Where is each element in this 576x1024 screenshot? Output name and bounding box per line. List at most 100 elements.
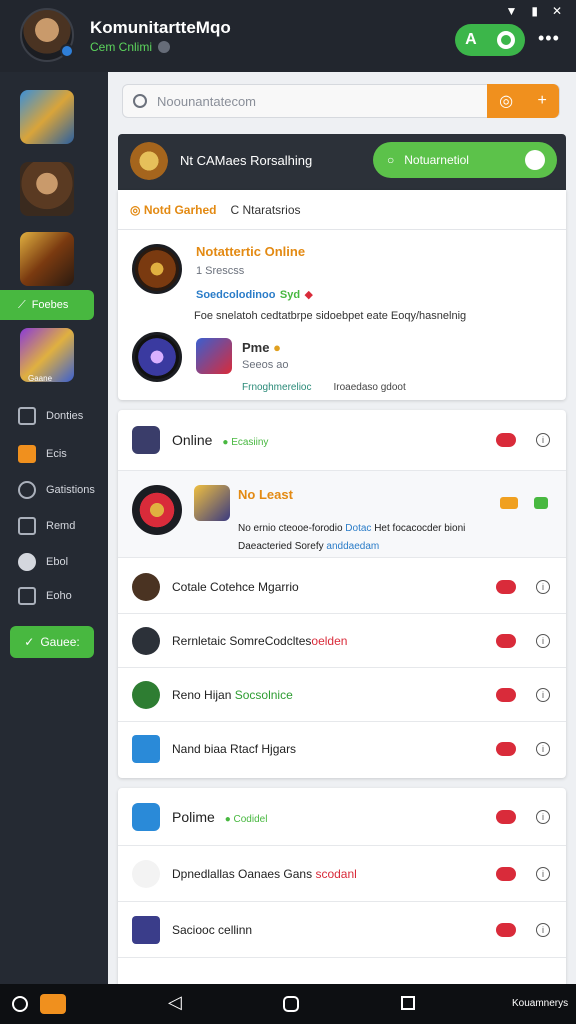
game-2-icon	[196, 338, 232, 374]
online-feature[interactable]: No Least No ernio cteooe-forodio Dotac H…	[118, 470, 566, 558]
list-item[interactable]: Rernletaic SomreCodcltesoelden i	[118, 614, 566, 668]
tab-narrations[interactable]: C Ntaratsrios	[230, 203, 300, 217]
recents-icon[interactable]	[401, 996, 415, 1010]
status-bar: ▼ ▮ ✕	[505, 4, 562, 18]
online-header: Online ● Ecasiiny i	[118, 410, 566, 470]
search-icon	[133, 94, 147, 108]
game-icon	[132, 626, 160, 655]
more-menu-button[interactable]: •••	[538, 28, 560, 49]
app-header: ▼ ▮ ✕ KomunitartteMqo Cem Cnlimi A •••	[0, 0, 576, 72]
feature-icon	[194, 485, 230, 521]
add-icon[interactable]: +	[537, 92, 546, 110]
sidebar-item-gatistions[interactable]: Gatistions	[18, 478, 102, 502]
status-pill[interactable]	[496, 433, 516, 447]
notification-toggle[interactable]: ○ Notuarnetiol	[373, 142, 557, 178]
search-input[interactable]: Noounantatecom	[157, 94, 487, 109]
person-icon	[18, 481, 36, 499]
feature-thumb	[132, 485, 182, 535]
list-item[interactable]: Dpnedlallas Oanaes Gans scodanl i	[118, 846, 566, 902]
list-item[interactable]: Cotale Cotehce Mgarrio i	[118, 560, 566, 614]
list-item[interactable]: Saciooc cellinn i	[118, 902, 566, 958]
header-action-button[interactable]: A	[455, 24, 525, 56]
sidebar-item-ebol[interactable]: Ebol	[18, 550, 102, 574]
online-card: Online ● Ecasiiny i No Least No ernio ct…	[118, 410, 566, 778]
emoji-icon: ●	[273, 340, 281, 355]
polime-card: Polime ● Codidel i Dpnedlallas Oanaes Ga…	[118, 788, 566, 984]
navbar-label: Kouamnerys	[512, 998, 569, 1009]
app-shortcut-icon[interactable]	[40, 994, 66, 1014]
search-actions: ◎ +	[487, 84, 559, 118]
app-title: KomunitartteMqo	[90, 18, 231, 37]
info-icon[interactable]: i	[536, 866, 550, 881]
info-icon[interactable]: i	[536, 633, 550, 648]
status-pill[interactable]	[496, 633, 516, 648]
status-pill[interactable]	[496, 579, 516, 594]
grid-icon	[18, 517, 36, 535]
info-icon[interactable]: i	[536, 742, 550, 756]
game-icon	[132, 680, 160, 709]
status-pill[interactable]	[496, 922, 516, 937]
square-icon	[18, 445, 36, 463]
list-item[interactable]: Reno Hijan Socsolnice i	[118, 668, 566, 722]
info-icon[interactable]: i	[536, 687, 550, 702]
info-icon[interactable]: i	[536, 579, 550, 594]
circle-icon[interactable]	[12, 996, 28, 1012]
alert-icon: ◆	[304, 289, 314, 301]
chart-icon	[18, 407, 36, 425]
close-icon[interactable]: ✕	[552, 4, 562, 18]
info-icon[interactable]: i	[536, 433, 550, 447]
sidebar-game-1[interactable]	[20, 90, 74, 144]
status-pill[interactable]	[496, 742, 516, 756]
featured-card: ◎ Notd Garhed C Ntaratsrios Notattertic …	[118, 190, 566, 400]
info-icon[interactable]: i	[536, 809, 550, 824]
battery-icon: ▮	[531, 4, 538, 18]
back-icon[interactable]: ◁	[168, 992, 182, 1013]
grid-app-icon	[132, 735, 160, 763]
promo-banner: Nt CAMaes Rorsalhing ○ Notuarnetiol	[118, 134, 566, 190]
warning-badge-icon	[500, 497, 518, 509]
status-pill[interactable]	[496, 866, 516, 881]
status-pill[interactable]	[496, 687, 516, 702]
settings-icon	[496, 31, 515, 49]
list-item[interactable]: Nand biaa Rtacf Hjgars i	[118, 722, 566, 776]
ok-badge-icon	[534, 497, 548, 509]
game-1-thumb	[132, 244, 182, 294]
chart-icon: ⟋	[18, 298, 26, 311]
wifi-icon: ▼	[505, 4, 518, 18]
polime-header: Polime ● Codidel i	[118, 788, 566, 846]
app-subtitle: Cem Cnlimi	[90, 40, 171, 54]
sidebar-game-2[interactable]	[20, 162, 74, 216]
search-bar: Noounantatecom ◎ +	[122, 84, 560, 118]
system-navbar: ◁ Kouamnerys	[0, 984, 576, 1024]
sidebar-item-donties[interactable]: Donties	[18, 404, 102, 428]
game-controller-icon	[132, 426, 160, 454]
promo-title: Nt CAMaes Rorsalhing	[180, 153, 313, 168]
ring-icon: ◎	[130, 202, 144, 217]
status-pill[interactable]	[496, 809, 516, 824]
game-2-thumb	[132, 332, 182, 382]
sidebar-game-3[interactable]	[20, 232, 74, 286]
c-icon: C	[230, 202, 243, 217]
tab-featured[interactable]: ◎ Notd Garhed	[130, 203, 216, 217]
featured-game-1[interactable]: Notattertic Online 1 Srescss Soedcolodin…	[132, 244, 313, 303]
sidebar-item-remd[interactable]: Remd	[18, 514, 102, 538]
featured-game-2[interactable]: Pme ● Seeos ao Frnoghmerelioc Iroaedaso g…	[132, 332, 406, 395]
sidebar-item-eoho[interactable]: Eoho	[18, 584, 102, 608]
bell-icon: ○	[387, 153, 395, 167]
sidebar-action-button[interactable]: ✓ Gauee:	[10, 626, 94, 658]
verified-badge-icon	[60, 44, 74, 58]
game-icon	[132, 572, 160, 601]
power-icon[interactable]: ◎	[499, 91, 513, 111]
info-icon[interactable]: i	[536, 922, 550, 937]
avatar[interactable]	[20, 8, 74, 62]
app-root: ▼ ▮ ✕ KomunitartteMqo Cem Cnlimi A ••• ⟋…	[0, 0, 576, 1024]
sidebar-item-featured[interactable]: ⟋ Foebes	[0, 290, 94, 320]
sidebar-game-4-caption: Gaane	[28, 374, 53, 383]
doc-icon	[132, 802, 160, 831]
promo-logo	[130, 142, 168, 180]
toggle-knob	[525, 150, 545, 170]
home-icon[interactable]	[283, 996, 299, 1012]
check-icon: ✓	[24, 635, 35, 649]
sidebar-item-ecis[interactable]: Ecis	[18, 442, 102, 466]
sidebar: ⟋ Foebes Gaane Donties Ecis Gatistions R…	[0, 72, 108, 984]
